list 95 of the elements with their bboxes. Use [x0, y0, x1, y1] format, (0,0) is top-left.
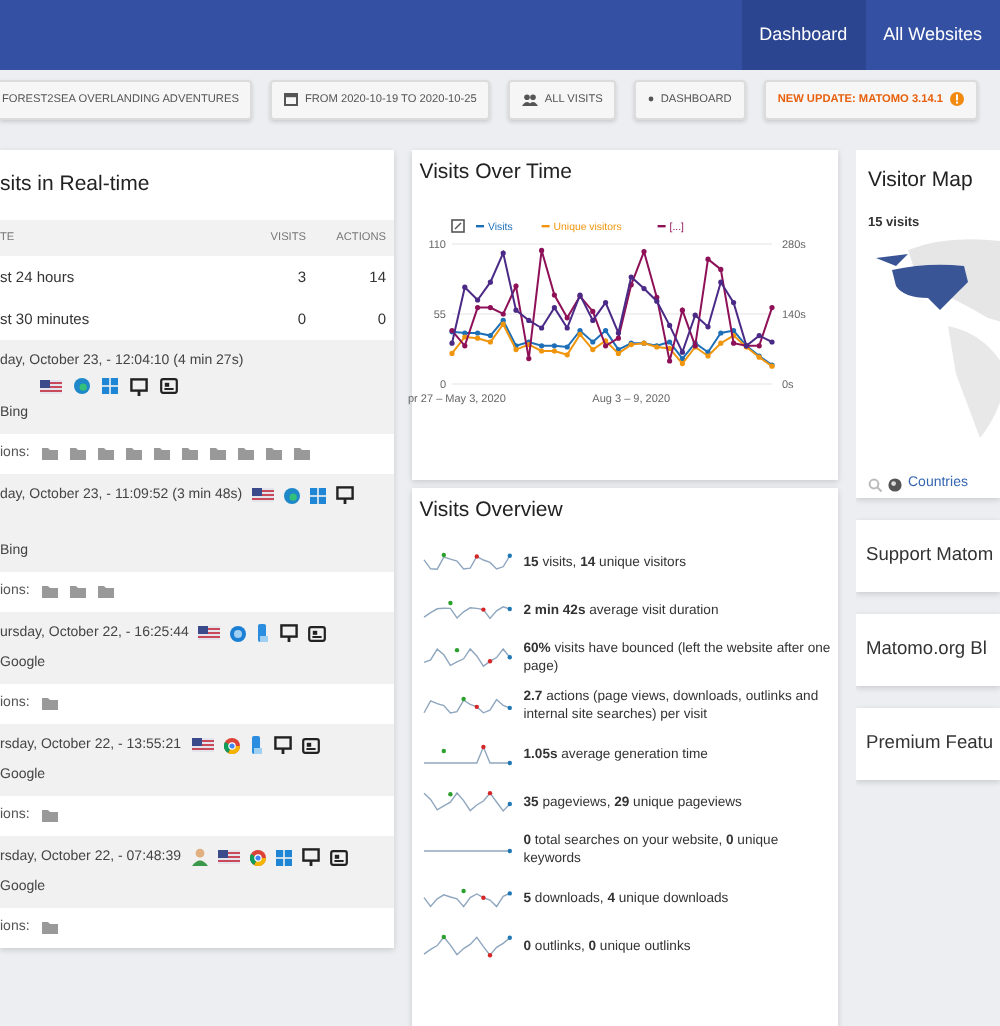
- monitor-icon: [336, 486, 355, 505]
- id-card-icon: [160, 378, 178, 395]
- window-grid-icon: [275, 849, 292, 866]
- flag-icon: [191, 738, 214, 753]
- folder-icon: [41, 697, 58, 710]
- sparkline: [419, 847, 516, 854]
- window-grid-icon: [310, 487, 327, 504]
- data-point: [538, 324, 544, 330]
- id-card-icon: [308, 625, 327, 642]
- flag-icon: [40, 379, 62, 394]
- data-point: [640, 248, 647, 254]
- tablet-icon: [249, 736, 264, 755]
- sparkline: [419, 934, 516, 959]
- sparkline: [419, 599, 516, 622]
- folder-icon: [41, 921, 58, 934]
- data-point: [512, 306, 519, 312]
- folder-icon: [41, 809, 58, 822]
- widget-title-card[interactable]: Premium Featu: [856, 708, 1000, 780]
- browser-icon: [284, 487, 301, 504]
- browser-icon: [230, 625, 247, 642]
- data-point: [512, 282, 519, 288]
- data-point: [602, 299, 608, 305]
- data-point: [768, 304, 775, 310]
- data-point: [666, 321, 672, 327]
- tablet-icon: [256, 624, 271, 643]
- data-point: [768, 338, 775, 344]
- data-point: [717, 278, 723, 284]
- sparkline: [419, 743, 516, 766]
- nav-tab[interactable]: All Websites: [865, 0, 1000, 70]
- data-point: [640, 285, 647, 291]
- sparkline: [419, 790, 516, 815]
- monitor-icon: [130, 377, 148, 396]
- id-card-icon: [301, 737, 320, 754]
- data-point: [525, 355, 531, 361]
- data-point: [756, 353, 762, 359]
- person-icon: [191, 848, 208, 867]
- data-point: [551, 304, 557, 310]
- data-point: [717, 339, 723, 345]
- calendar-icon: [284, 92, 299, 107]
- data-point: [500, 249, 506, 255]
- data-point: [602, 327, 608, 333]
- data-point: [564, 314, 570, 320]
- data-point: [576, 291, 583, 297]
- nav-tab[interactable]: Dashboard: [741, 0, 866, 70]
- window-grid-icon: [102, 378, 118, 395]
- sparkline: [419, 552, 516, 573]
- globe-icon[interactable]: [888, 477, 902, 491]
- data-point: [461, 283, 467, 289]
- data-point: [461, 342, 467, 348]
- people-icon: [522, 93, 539, 106]
- data-point: [730, 299, 736, 305]
- data-point: [448, 339, 455, 345]
- monitor-icon: [301, 848, 320, 867]
- id-card-icon: [329, 849, 348, 866]
- flag-icon: [252, 488, 275, 503]
- flag-icon: [217, 850, 240, 865]
- data-point: [666, 357, 672, 363]
- dot-icon: [648, 96, 655, 103]
- data-point: [756, 332, 762, 338]
- info-icon: [949, 92, 963, 107]
- data-point: [589, 316, 595, 322]
- data-point: [487, 304, 493, 310]
- data-point: [589, 307, 595, 313]
- data-point: [653, 343, 659, 349]
- data-point: [768, 362, 775, 368]
- monitor-icon: [273, 736, 292, 755]
- data-point: [525, 316, 531, 322]
- sparkline: [419, 646, 516, 671]
- card-title: sits in Real-time: [0, 170, 152, 200]
- data-point: [756, 342, 762, 348]
- export-icon[interactable]: [450, 218, 465, 232]
- data-point: [717, 265, 723, 271]
- data-point: [487, 278, 493, 284]
- card-title: Visits Overview: [419, 495, 565, 525]
- data-point: [448, 327, 455, 333]
- data-point: [704, 323, 711, 329]
- data-point: [564, 324, 570, 330]
- browser-icon: [223, 737, 240, 754]
- card-title: Visitor Map: [868, 166, 975, 196]
- widget-title-card[interactable]: Support Matom: [856, 520, 1000, 592]
- flag-icon: [198, 626, 221, 641]
- data-point: [704, 255, 711, 261]
- data-point: [679, 306, 685, 312]
- sparkline: [419, 696, 516, 717]
- data-point: [692, 311, 698, 317]
- data-point: [551, 291, 557, 297]
- data-point: [448, 349, 455, 355]
- widget-title-card[interactable]: Matomo.org Bl: [856, 614, 1000, 686]
- sparkline: [419, 887, 516, 910]
- card-title: Visits Over Time: [419, 157, 574, 188]
- data-point: [538, 246, 544, 252]
- monitor-icon: [280, 624, 299, 643]
- browser-icon: [74, 378, 90, 395]
- data-point: [717, 329, 723, 335]
- browser-icon: [249, 849, 266, 866]
